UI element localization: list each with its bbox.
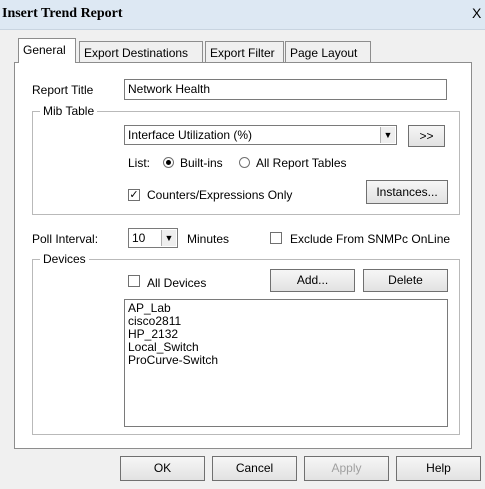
chevron-down-icon[interactable]: ▼ xyxy=(161,230,176,246)
poll-interval-label: Poll Interval: xyxy=(32,232,99,246)
delete-device-button[interactable]: Delete xyxy=(363,269,448,292)
ok-button[interactable]: OK xyxy=(120,456,205,481)
tab-export-filter[interactable]: Export Filter xyxy=(205,41,284,63)
mib-table-selected-value: Interface Utilization (%) xyxy=(128,128,253,142)
apply-button: Apply xyxy=(304,456,389,481)
report-title-input[interactable]: Network Health xyxy=(124,79,447,100)
poll-interval-select[interactable]: 10 ▼ xyxy=(128,228,178,248)
tab-page-layout[interactable]: Page Layout xyxy=(285,41,371,63)
help-button[interactable]: Help xyxy=(396,456,481,481)
counters-only-checkbox[interactable]: ✓ xyxy=(128,189,140,201)
list-item[interactable]: ProCurve-Switch xyxy=(128,354,444,367)
all-devices-checkbox[interactable] xyxy=(128,275,140,287)
all-devices-label: All Devices xyxy=(147,276,207,290)
builtins-radio-label: Built-ins xyxy=(180,156,223,170)
exclude-snmpc-label: Exclude From SNMPc OnLine xyxy=(290,232,451,246)
all-report-tables-label: All Report Tables xyxy=(256,156,347,170)
poll-interval-unit: Minutes xyxy=(187,232,230,246)
counters-only-label: Counters/Expressions Only xyxy=(147,188,293,202)
mib-table-group-label: Mib Table xyxy=(40,104,98,118)
close-icon[interactable]: X xyxy=(472,5,481,21)
devices-group-label: Devices xyxy=(40,252,89,266)
builtins-radio[interactable] xyxy=(163,157,174,168)
window-title: Insert Trend Report xyxy=(2,6,123,21)
poll-interval-value: 10 xyxy=(132,231,146,245)
more-mib-button[interactable]: >> xyxy=(408,125,445,147)
tab-general[interactable]: General xyxy=(18,38,76,63)
report-title-label: Report Title xyxy=(32,83,94,97)
exclude-snmpc-checkbox[interactable] xyxy=(270,232,282,244)
tab-export-destinations[interactable]: Export Destinations xyxy=(79,41,203,63)
list-label: List: xyxy=(128,156,151,170)
instances-button[interactable]: Instances... xyxy=(366,180,448,204)
add-device-button[interactable]: Add... xyxy=(270,269,355,292)
chevron-down-icon[interactable]: ▼ xyxy=(380,127,395,143)
all-report-tables-radio[interactable] xyxy=(239,157,250,168)
mib-table-select[interactable]: Interface Utilization (%) ▼ xyxy=(124,125,397,145)
cancel-button[interactable]: Cancel xyxy=(212,456,297,481)
devices-list[interactable]: AP_Lab cisco2811 HP_2132 Local_Switch Pr… xyxy=(124,299,448,427)
